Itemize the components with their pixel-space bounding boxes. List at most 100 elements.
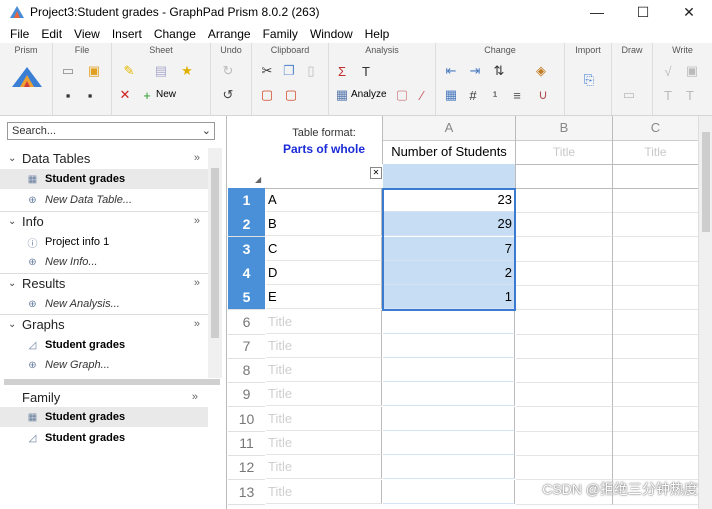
expand-icon[interactable]: » [194, 152, 200, 164]
menu-edit[interactable]: Edit [35, 27, 68, 41]
row-number[interactable]: 3 [228, 236, 265, 262]
cell-b[interactable] [516, 212, 613, 238]
nav-item-project-info[interactable]: ⓘ Project info 1 [0, 232, 208, 252]
section-info[interactable]: ⌄ Info » [0, 211, 206, 231]
menu-change[interactable]: Change [148, 27, 202, 41]
cell-a[interactable] [383, 382, 515, 407]
cell-b[interactable] [516, 260, 613, 286]
column-header-c[interactable]: C [613, 116, 699, 141]
insert-column-icon[interactable]: ⇤ [442, 63, 460, 79]
section-graphs[interactable]: ⌄ Graphs » [0, 314, 206, 334]
family-item-table[interactable]: ▦ Student grades [0, 407, 208, 427]
cell-a[interactable] [383, 309, 515, 334]
new-button[interactable]: New [156, 89, 176, 100]
row-number[interactable]: 6 [228, 310, 265, 335]
cell-b[interactable] [516, 406, 613, 432]
cell-b[interactable] [516, 333, 613, 359]
column-header-a[interactable]: A [383, 116, 516, 141]
equation-icon[interactable]: Σ [333, 63, 351, 79]
cell-b[interactable] [516, 382, 613, 408]
insert-row-icon[interactable]: ⇥ [466, 63, 484, 79]
import-xml-icon[interactable]: ⎘ [577, 69, 601, 91]
row-title[interactable]: D [266, 260, 382, 285]
decimal-icon[interactable]: # [464, 87, 482, 103]
save-as-icon[interactable]: ▪ [81, 87, 99, 103]
cell-a[interactable] [383, 406, 515, 431]
image-icon[interactable]: ▣ [683, 63, 701, 79]
scrollbar-thumb[interactable] [702, 132, 710, 232]
highlight-icon[interactable]: ✎ [120, 63, 138, 79]
menu-view[interactable]: View [68, 27, 106, 41]
menu-window[interactable]: Window [304, 27, 359, 41]
formula-icon[interactable]: √ [659, 63, 677, 79]
cell-b[interactable] [516, 455, 613, 481]
cell-b[interactable] [516, 431, 613, 456]
row-title[interactable]: Title [266, 382, 382, 407]
section-data-tables[interactable]: ⌄ Data Tables » [0, 148, 206, 168]
menu-arrange[interactable]: Arrange [202, 27, 257, 41]
cell-a[interactable] [383, 333, 515, 358]
column-title-b[interactable]: Title [516, 140, 613, 165]
expand-icon[interactable]: » [194, 277, 200, 289]
chevron-down-icon[interactable]: ⌄ [8, 216, 22, 227]
wand-icon[interactable]: ⁄ [413, 87, 431, 103]
nav-item-student-grades-graph[interactable]: ◿ Student grades [0, 335, 208, 355]
section-results[interactable]: ⌄ Results » [0, 273, 206, 293]
row-number[interactable]: 1 [228, 188, 265, 213]
sheet-icon[interactable]: ▤ [152, 63, 170, 79]
nav-item-new-info[interactable]: ⊕ New Info... [0, 252, 208, 272]
close-button[interactable]: ✕ [666, 0, 712, 24]
row-number[interactable]: 5 [228, 285, 265, 311]
menu-help[interactable]: Help [359, 27, 396, 41]
minimize-button[interactable]: — [574, 0, 620, 24]
row-title[interactable]: A [266, 188, 382, 212]
chevron-down-icon[interactable]: ⌄ [8, 278, 22, 289]
family-item-graph[interactable]: ◿ Student grades [0, 428, 208, 448]
sort-icon[interactable]: ⇅ [490, 63, 508, 79]
open-folder-icon[interactable]: ▣ [85, 63, 103, 79]
column-header-b[interactable]: B [516, 116, 613, 141]
text-format-icon[interactable]: T [357, 63, 375, 79]
cell-c[interactable] [613, 382, 699, 408]
row-title[interactable]: C [266, 236, 382, 261]
row-number[interactable]: 12 [228, 455, 265, 481]
nav-item-student-grades-table[interactable]: ▦ Student grades [0, 169, 208, 189]
cell-c[interactable] [613, 358, 699, 384]
copy-icon[interactable]: ❐ [280, 63, 298, 79]
column-a-subheader[interactable] [383, 164, 516, 188]
cell-c[interactable] [613, 431, 699, 456]
nav-item-new-analysis[interactable]: ⊕ New Analysis... [0, 294, 208, 314]
text-bold-icon[interactable]: T [681, 87, 699, 103]
menu-file[interactable]: File [0, 27, 35, 41]
row-title[interactable]: B [266, 212, 382, 237]
menu-family[interactable]: Family [257, 27, 304, 41]
cell-b[interactable] [516, 285, 613, 311]
chevron-down-icon[interactable]: ⌄ [8, 153, 22, 164]
row-number[interactable]: 13 [228, 480, 265, 505]
transpose-icon[interactable]: ▦ [442, 87, 460, 103]
row-title[interactable]: Title [266, 358, 382, 383]
cell-c[interactable] [613, 285, 699, 311]
cell-a[interactable]: 2 [383, 260, 515, 285]
column-c-subheader[interactable] [613, 164, 699, 188]
cell-a[interactable] [383, 479, 515, 504]
cell-a[interactable]: 7 [383, 236, 515, 261]
close-icon[interactable]: ✕ [370, 167, 382, 179]
new-file-icon[interactable]: ▭ [59, 63, 77, 79]
redo-icon[interactable]: ↻ [219, 63, 237, 79]
section-family[interactable]: Family » [0, 387, 206, 407]
search-input[interactable]: Search... ⌄ [7, 122, 215, 140]
star-icon[interactable]: ★ [178, 63, 196, 79]
scrollbar-thumb[interactable] [211, 168, 219, 338]
cell-c[interactable] [613, 455, 699, 481]
fill-color-icon[interactable]: ◈ [532, 63, 550, 79]
magnet-icon[interactable]: ∪ [534, 87, 552, 103]
delete-icon[interactable]: ✕ [116, 87, 134, 103]
row-title[interactable]: Title [266, 455, 382, 480]
nav-item-new-graph[interactable]: ⊕ New Graph... [0, 355, 208, 375]
expand-icon[interactable]: » [194, 318, 200, 330]
row-number[interactable]: 4 [228, 260, 265, 286]
cell-c[interactable] [613, 212, 699, 238]
column-title-c[interactable]: Title [613, 140, 699, 165]
cell-b[interactable] [516, 358, 613, 384]
